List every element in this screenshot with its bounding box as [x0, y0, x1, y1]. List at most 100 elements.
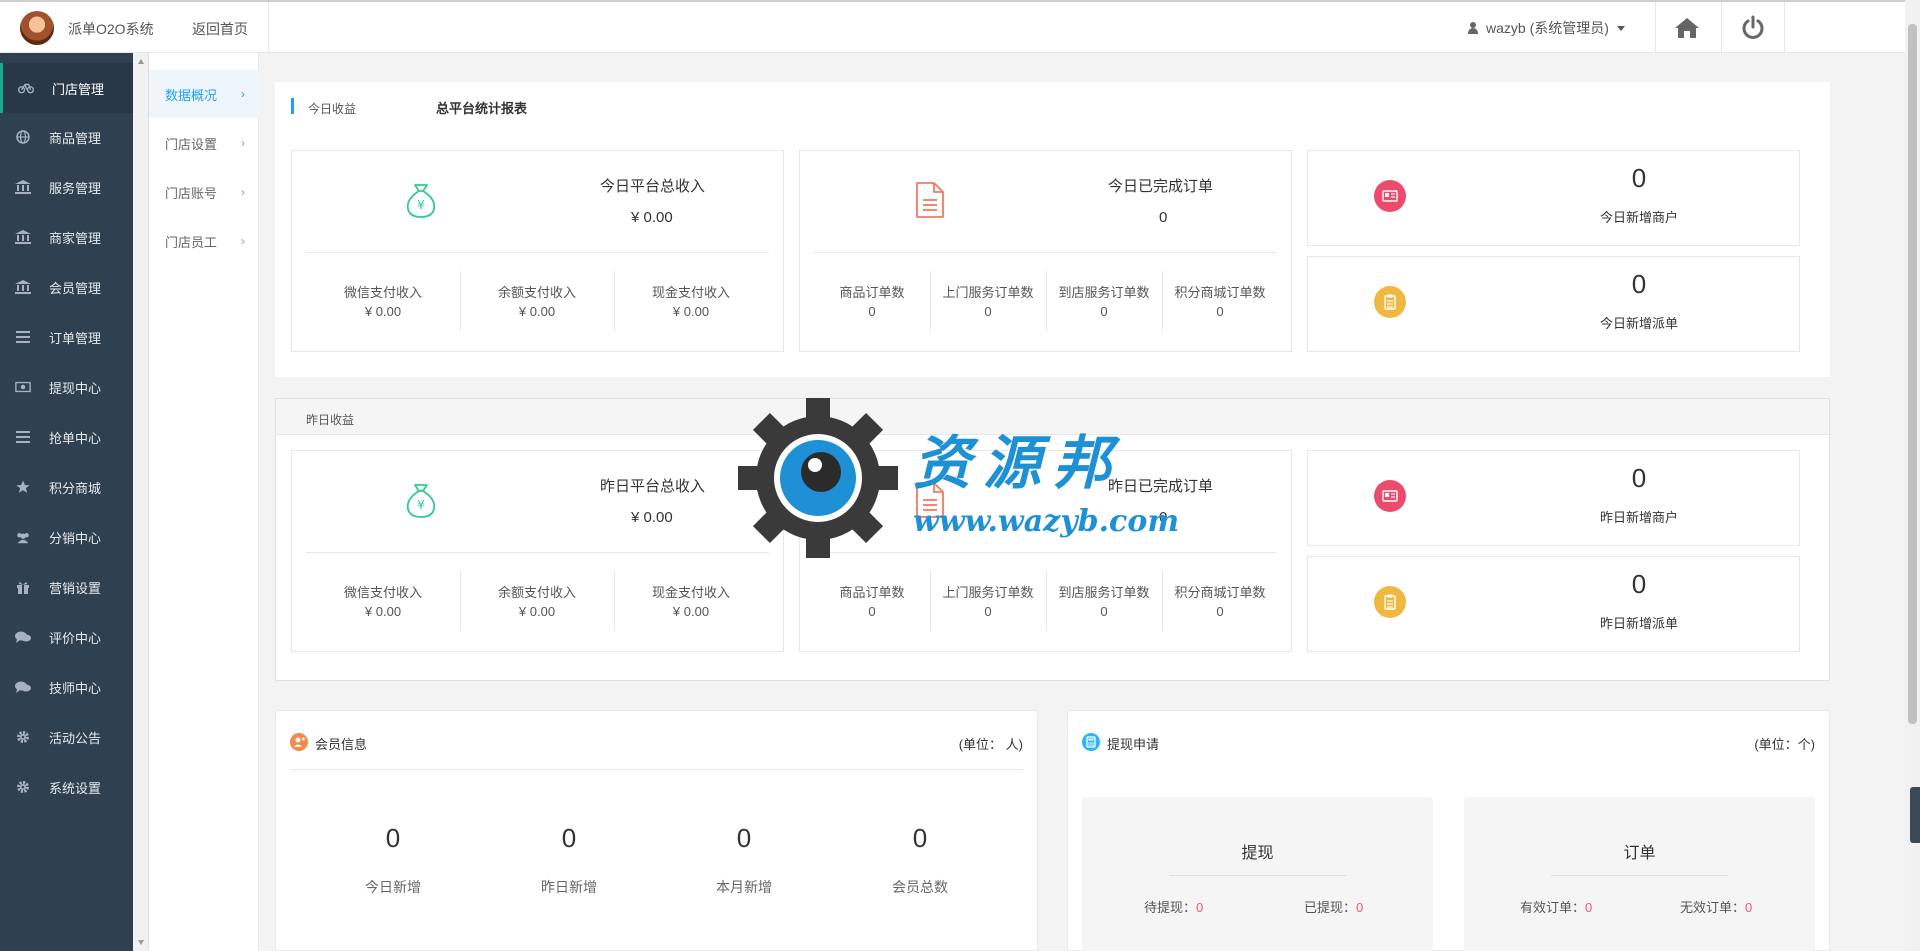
member-today-new-label: 今日新增 [365, 879, 421, 895]
today-new-merchants-card: 0 今日新增商户 [1307, 150, 1800, 246]
divider [1784, 2, 1785, 52]
divider [306, 252, 769, 253]
bank-icon [15, 230, 31, 244]
invalid-orders: 无效订单：0 [1680, 897, 1752, 916]
new-merchants-label: 今日新增商户 [1599, 210, 1678, 225]
scroll-up-icon[interactable] [138, 59, 144, 64]
sidebar-item-order[interactable]: 订单管理 [0, 312, 133, 362]
col-label: 现金支付收入 [651, 585, 730, 600]
scroll-down-icon[interactable] [138, 940, 144, 945]
orders-title: 昨日已完成订单 [1108, 478, 1214, 495]
user-menu[interactable]: wazyb (系统管理员) [1468, 18, 1625, 38]
chevron-right-icon: › [241, 234, 245, 248]
col-value: ¥ 0.00 [672, 604, 710, 619]
today-income-card: ¥ 今日平台总收入 ¥ 0.00 微信支付收入 ¥ 0.00 余额支付收入 ¥ … [291, 150, 784, 352]
members-panel: 会员信息 (单位： 人) 0 今日新增 0 昨日新增 0 本月新增 0 会员总数 [275, 710, 1038, 951]
col-value: ¥ 0.00 [364, 604, 402, 619]
sidebar-item-technician[interactable]: 技师中心 [0, 662, 133, 712]
col-value: ¥ 0.00 [518, 304, 556, 319]
chevron-right-icon: › [241, 136, 245, 150]
pending-withdraw: 待提现：0 [1144, 897, 1203, 916]
income-col-balance: 余额支付收入 ¥ 0.00 [460, 283, 614, 321]
sidebar-item-grab-order[interactable]: 抢单中心 [0, 412, 133, 462]
svg-text:¥: ¥ [417, 498, 425, 512]
svg-text:¥: ¥ [417, 198, 425, 212]
col-value: 0 [1100, 304, 1108, 319]
invalid-orders-label: 无效订单： [1680, 900, 1746, 915]
list-icon [15, 430, 31, 444]
divider [1551, 875, 1728, 876]
col-label: 上门服务订单数 [942, 585, 1034, 600]
yesterday-tag: 昨日收益 [306, 413, 355, 427]
col-label: 余额支付收入 [497, 285, 576, 300]
income-col-balance: 余额支付收入 ¥ 0.00 [460, 583, 614, 621]
sidebar-item-member[interactable]: 会员管理 [0, 262, 133, 312]
gear-icon [15, 730, 31, 744]
sidebar-item-points-mall[interactable]: 积分商城 [0, 462, 133, 512]
logout-button[interactable] [1740, 15, 1766, 41]
divider [814, 252, 1277, 253]
valid-orders: 有效订单：0 [1520, 897, 1592, 916]
today-panel: 今日收益 总平台统计报表 ¥ 今日平台总收入 ¥ 0.00 微信支付收入 ¥ 0… [275, 82, 1830, 377]
divider [306, 552, 769, 553]
col-label: 商品订单数 [839, 585, 905, 600]
submenu-item-store-settings[interactable]: 门店设置 › [149, 119, 259, 167]
home-button[interactable] [1674, 16, 1700, 40]
sidebar-item-merchant[interactable]: 商家管理 [0, 212, 133, 262]
withdraw-unit: (单位：个) [1754, 737, 1815, 752]
today-orders-card: 今日已完成订单 0 商品订单数 0 上门服务订单数 0 到店服务订单数 0 积分… [799, 150, 1292, 352]
sidebar-item-announcement[interactable]: 活动公告 [0, 712, 133, 762]
document-icon [916, 482, 944, 518]
yesterday-income-card: ¥ 昨日平台总收入 ¥ 0.00 微信支付收入 ¥ 0.00 余额支付收入 ¥ … [291, 450, 784, 652]
new-dispatch-count: 0 [1631, 569, 1647, 599]
sidebar-item-goods[interactable]: 商品管理 [0, 112, 133, 162]
scrollbar-thumb[interactable] [1908, 24, 1917, 724]
chevron-right-icon: › [241, 87, 245, 101]
orders-col-onsite: 上门服务订单数 0 [930, 283, 1046, 321]
submenu-item-store-staff[interactable]: 门店员工 › [149, 217, 259, 265]
sidebar-scrollbar[interactable] [133, 53, 149, 951]
main-content: 今日收益 总平台统计报表 ¥ 今日平台总收入 ¥ 0.00 微信支付收入 ¥ 0… [259, 53, 1905, 951]
col-label: 到店服务订单数 [1058, 585, 1150, 600]
income-value: ¥ 0.00 [631, 209, 673, 226]
col-label: 余额支付收入 [497, 585, 576, 600]
yesterday-new-dispatch-card: 0 昨日新增派单 [1307, 556, 1800, 652]
gift-icon [15, 580, 31, 594]
side-widget-tab[interactable] [1910, 787, 1920, 843]
gear-icon [15, 780, 31, 794]
sidebar-item-settings[interactable]: 系统设置 [0, 762, 133, 812]
col-label: 上门服务订单数 [942, 285, 1034, 300]
divider [1655, 2, 1656, 52]
money-bag-icon: ¥ [406, 484, 436, 518]
member-yesterday-new-label: 昨日新增 [541, 879, 597, 895]
avatar[interactable] [20, 11, 54, 45]
money-icon [15, 380, 31, 394]
withdraw-box: 提现 待提现：0 已提现：0 [1082, 797, 1433, 951]
income-title: 昨日平台总收入 [600, 478, 706, 495]
list-icon [15, 330, 31, 344]
sidebar-item-reviews[interactable]: 评价中心 [0, 612, 133, 662]
sidebar-item-distribution[interactable]: 分销中心 [0, 512, 133, 562]
income-value: ¥ 0.00 [631, 509, 673, 526]
withdraw-box-title: 提现 [1241, 845, 1274, 862]
new-merchants-count: 0 [1631, 463, 1647, 493]
top-bar: 派单O2O系统 返回首页 wazyb (系统管理员) [0, 0, 1905, 53]
valid-orders-label: 有效订单： [1520, 900, 1586, 915]
sidebar-item-service[interactable]: 服务管理 [0, 162, 133, 212]
back-home-link[interactable]: 返回首页 [192, 19, 248, 39]
sidebar-item-marketing[interactable]: 营销设置 [0, 562, 133, 612]
new-merchants-label: 昨日新增商户 [1599, 510, 1678, 525]
order-box-title: 订单 [1623, 845, 1656, 862]
today-new-dispatch-card: 0 今日新增派单 [1307, 256, 1800, 352]
sidebar-item-store[interactable]: 门店管理 [0, 63, 133, 113]
submenu-item-overview[interactable]: 数据概况 › [149, 70, 259, 118]
chevron-right-icon: › [241, 185, 245, 199]
new-dispatch-count: 0 [1631, 269, 1647, 299]
col-value: 0 [1216, 604, 1224, 619]
col-value: 0 [984, 304, 992, 319]
submenu-item-store-account[interactable]: 门店账号 › [149, 168, 259, 216]
orders-col-points: 积分商城订单数 0 [1162, 583, 1278, 621]
invalid-orders-value: 0 [1745, 900, 1753, 915]
order-box: 订单 有效订单：0 无效订单：0 [1464, 797, 1815, 951]
sidebar-item-withdraw[interactable]: 提现中心 [0, 362, 133, 412]
